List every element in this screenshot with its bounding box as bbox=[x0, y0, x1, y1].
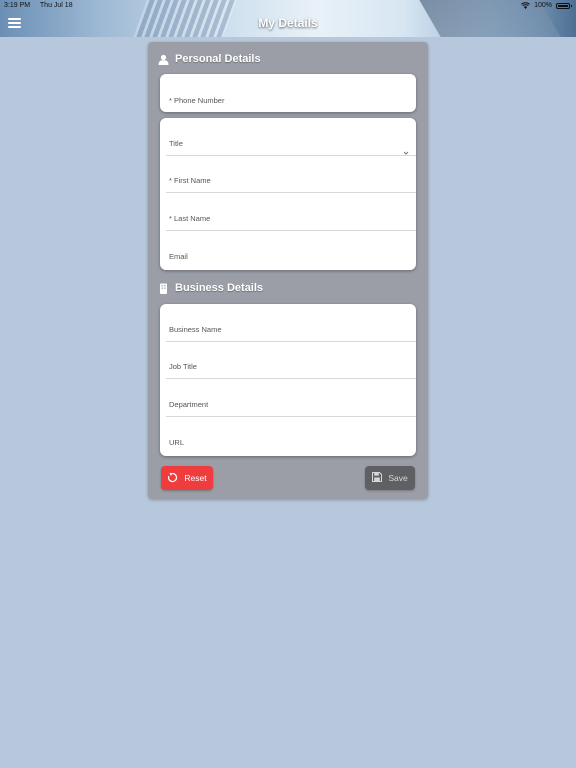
first-name-label: * First Name bbox=[169, 176, 211, 185]
title-label: Title bbox=[169, 138, 183, 148]
business-name-label: Business Name bbox=[169, 324, 222, 334]
title-select[interactable]: Title bbox=[166, 118, 416, 156]
battery-icon bbox=[556, 2, 572, 9]
person-icon bbox=[158, 54, 169, 65]
save-floppy-icon bbox=[372, 472, 383, 484]
personal-details-heading: Personal Details bbox=[158, 53, 261, 65]
status-bar-right: 100% bbox=[521, 2, 572, 9]
business-details-heading: Business Details bbox=[158, 282, 263, 294]
phone-panel: * Phone Number bbox=[160, 74, 416, 112]
url-label: URL bbox=[169, 438, 185, 447]
business-fields-panel: Business Name Job Title Department URL bbox=[160, 304, 416, 456]
building-icon bbox=[158, 283, 169, 294]
reset-button-label: Reset bbox=[184, 473, 207, 483]
department-field[interactable]: Department bbox=[166, 379, 416, 417]
business-details-title: Business Details bbox=[175, 282, 264, 294]
department-label: Department bbox=[169, 399, 209, 409]
business-name-field[interactable]: Business Name bbox=[166, 304, 416, 342]
status-date: Thu Jul 18 bbox=[39, 2, 73, 9]
page-title: My Details bbox=[258, 16, 318, 30]
chevron-down-icon bbox=[402, 143, 410, 155]
personal-details-title: Personal Details bbox=[175, 53, 261, 65]
personal-fields-panel: Title * First Name * Last Name Email bbox=[160, 118, 416, 270]
last-name-label: * Last Name bbox=[169, 213, 211, 223]
first-name-field[interactable]: * First Name bbox=[166, 156, 416, 193]
save-button[interactable]: Save bbox=[365, 466, 415, 490]
email-label: Email bbox=[169, 252, 188, 261]
phone-number-label: * Phone Number bbox=[169, 95, 225, 105]
job-title-field[interactable]: Job Title bbox=[166, 342, 416, 379]
email-field[interactable]: Email bbox=[166, 231, 416, 269]
details-card: Personal Details * Phone Number Title * … bbox=[148, 42, 428, 499]
status-bar-left: 3:19 PM Thu Jul 18 bbox=[4, 2, 81, 9]
wifi-icon bbox=[521, 2, 531, 9]
save-button-label: Save bbox=[388, 473, 408, 483]
status-time: 3:19 PM bbox=[4, 2, 31, 9]
phone-number-field[interactable]: * Phone Number bbox=[166, 74, 416, 112]
app-header: 3:19 PM Thu Jul 18 100% My Details bbox=[0, 0, 576, 37]
last-name-field[interactable]: * Last Name bbox=[166, 193, 416, 231]
job-title-label: Job Title bbox=[169, 362, 197, 371]
reset-button[interactable]: Reset bbox=[161, 466, 213, 490]
url-field[interactable]: URL bbox=[166, 417, 416, 455]
reset-icon bbox=[167, 472, 178, 485]
battery-percentage: 100% bbox=[534, 2, 552, 9]
